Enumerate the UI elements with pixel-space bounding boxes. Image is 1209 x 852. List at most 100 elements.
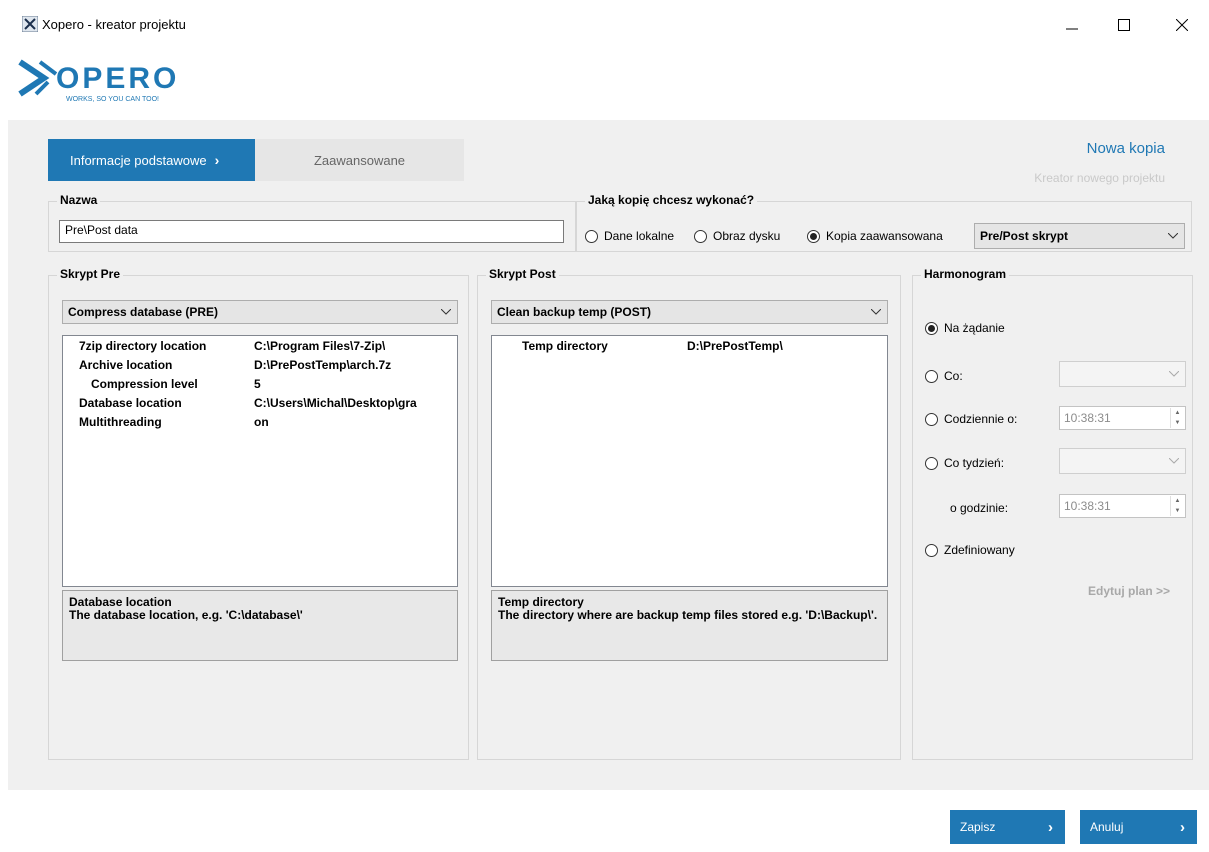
maximize-icon [1118,19,1130,31]
property-value: on [254,414,269,429]
post-script-select[interactable]: Clean backup temp (POST) [491,300,888,324]
radio-defined-label: Zdefiniowany [944,543,1015,557]
weekly-time-value: 10:38:31 [1064,499,1111,513]
pre-script-legend: Skrypt Pre [57,267,124,281]
property-name: Archive location [77,355,249,374]
at-hour-text: o godzinie: [950,501,1009,515]
edit-plan-link[interactable]: Edytuj plan >> [1088,584,1170,598]
every-select[interactable] [1059,361,1186,387]
radio-every-label: Co: [944,369,963,383]
maximize-button[interactable] [1101,10,1147,40]
post-description-text: The directory where are backup temp file… [498,608,878,622]
radio-weekly[interactable]: Co tydzień: [925,456,1004,470]
close-button[interactable] [1159,10,1205,40]
property-name: Database location [77,393,249,412]
cancel-button[interactable]: Anuluj › [1080,810,1197,844]
schedule-group: Harmonogram Na żądanie Co: Codziennie o:… [912,267,1193,760]
cancel-button-label: Anuluj [1090,820,1124,834]
spin-down-icon[interactable]: ▼ [1171,506,1184,516]
project-name-input[interactable]: Pre\Post data [59,220,564,243]
pre-script-select[interactable]: Compress database (PRE) [62,300,458,324]
table-row[interactable]: Archive location D:\PrePostTemp\arch.7z [63,355,457,374]
time-spinner[interactable]: ▲ ▼ [1170,496,1184,516]
chevron-right-icon: › [1048,818,1053,836]
chevron-down-icon [871,309,881,315]
name-group: Nazwa Pre\Post data [48,193,576,252]
property-name: Compression level [77,374,249,393]
property-name: Multithreading [77,412,249,431]
post-description-panel: Temp directory The directory where are b… [491,590,888,661]
radio-local-data-label: Dane lokalne [604,229,675,243]
logo-wordmark: OPERO [56,62,179,95]
wizard-tabs: Informacje podstawowe › Zaawansowane [48,139,464,181]
schedule-legend: Harmonogram [921,267,1010,281]
weekly-time-input[interactable]: 10:38:31 ▲ ▼ [1059,494,1186,518]
radio-every[interactable]: Co: [925,369,963,383]
property-value: D:\PrePostTemp\arch.7z [254,357,392,372]
minimize-icon [1066,28,1078,30]
tab-basic-info[interactable]: Informacje podstawowe › [48,139,255,181]
radio-icon [925,543,938,557]
daily-time-value: 10:38:31 [1064,411,1111,425]
close-icon [1176,19,1188,31]
backup-type-select-value: Pre/Post skrypt [980,229,1069,243]
radio-advanced-copy[interactable]: Kopia zaawansowana [807,229,943,243]
radio-defined[interactable]: Zdefiniowany [925,543,1015,557]
table-row[interactable]: Compression level 5 [63,374,457,393]
post-property-grid: Temp directory D:\PrePostTemp\ [491,335,888,587]
property-name: Temp directory [522,336,682,355]
pre-script-group: Skrypt Pre Compress database (PRE) 7zip … [48,267,469,760]
logo-tagline: WORKS, SO YOU CAN TOO! [66,96,159,103]
radio-icon [925,412,938,426]
property-value: C:\Users\Michal\Desktop\gra [254,395,417,410]
property-name: 7zip directory location [77,336,249,355]
app-icon [22,16,38,32]
radio-local-data[interactable]: Dane lokalne [585,229,674,243]
backup-type-group: Jaką kopię chcesz wykonać? Dane lokalne … [576,193,1192,252]
property-value: D:\PrePostTemp\ [687,338,783,353]
daily-time-input[interactable]: 10:38:31 ▲ ▼ [1059,406,1186,430]
radio-on-demand[interactable]: Na żądanie [925,321,1005,335]
backup-type-legend: Jaką kopię chcesz wykonać? [585,193,758,207]
spin-up-icon[interactable]: ▲ [1171,408,1184,418]
page-subtitle: Kreator nowego projektu [1034,171,1165,185]
save-button[interactable]: Zapisz › [950,810,1065,844]
xopero-logo: OPERO WORKS, SO YOU CAN TOO! [18,59,179,103]
radio-disk-image-label: Obraz dysku [713,229,781,243]
radio-disk-image[interactable]: Obraz dysku [694,229,780,243]
backup-type-select[interactable]: Pre/Post skrypt [974,223,1185,249]
logo-header: OPERO WORKS, SO YOU CAN TOO! [0,48,1209,120]
chevron-down-icon [1168,233,1178,239]
minimize-button[interactable] [1049,10,1095,40]
time-spinner[interactable]: ▲ ▼ [1170,408,1184,428]
weekly-select[interactable] [1059,448,1186,474]
table-row[interactable]: Database location C:\Users\Michal\Deskto… [63,393,457,412]
tab-advanced[interactable]: Zaawansowane [255,139,464,181]
pre-description-panel: Database location The database location,… [62,590,458,661]
property-value: 5 [254,376,261,391]
chevron-down-icon [441,309,451,315]
chevron-down-icon [1169,458,1179,464]
table-row[interactable]: Temp directory D:\PrePostTemp\ [492,336,887,355]
radio-weekly-label: Co tydzień: [944,456,1005,470]
radio-advanced-copy-label: Kopia zaawansowana [826,229,943,243]
radio-icon [925,369,938,383]
name-legend: Nazwa [57,193,101,207]
spin-up-icon[interactable]: ▲ [1171,496,1184,506]
radio-icon [585,229,598,243]
tab-basic-info-label: Informacje podstawowe [70,152,207,168]
pre-property-grid: 7zip directory location C:\Program Files… [62,335,458,587]
table-row[interactable]: Multithreading on [63,412,457,431]
chevron-right-icon: › [214,152,220,168]
radio-daily-label: Codziennie o: [944,412,1018,426]
post-script-select-value: Clean backup temp (POST) [497,305,652,319]
radio-daily[interactable]: Codziennie o: [925,412,1017,426]
table-row[interactable]: 7zip directory location C:\Program Files… [63,336,457,355]
save-button-label: Zapisz [960,820,996,834]
radio-on-demand-label: Na żądanie [944,321,1005,335]
radio-selected-icon [807,229,820,243]
spin-down-icon[interactable]: ▼ [1171,418,1184,428]
chevron-down-icon [1169,371,1179,377]
title-bar: Xopero - kreator projektu [0,0,1209,48]
tab-advanced-label: Zaawansowane [313,152,406,168]
